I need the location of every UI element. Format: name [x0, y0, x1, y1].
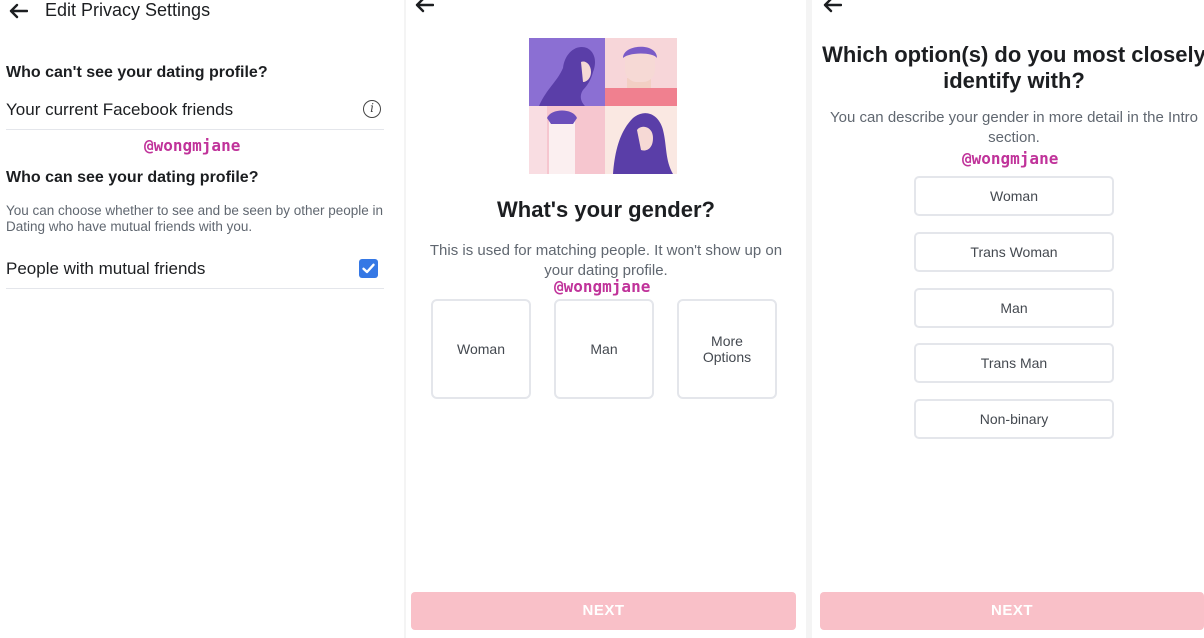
- info-icon[interactable]: i: [363, 100, 381, 118]
- back-arrow-icon[interactable]: [414, 0, 434, 13]
- gender-option-non-binary[interactable]: Non-binary: [914, 399, 1114, 439]
- mutual-friends-checkbox[interactable]: [359, 259, 378, 278]
- facebook-friends-row: Your current Facebook friends i: [6, 96, 384, 130]
- section-heading-can-see: Who can see your dating profile?: [6, 169, 259, 186]
- edit-privacy-settings-panel: Edit Privacy Settings Who can't see your…: [0, 0, 404, 638]
- question-subtitle: This is used for matching people. It won…: [429, 242, 783, 279]
- next-button[interactable]: NEXT: [820, 592, 1204, 630]
- question-title: What's your gender?: [497, 197, 715, 222]
- back-arrow-icon[interactable]: [822, 0, 842, 13]
- gender-option-more[interactable]: More Options: [677, 299, 777, 399]
- row-label: People with mutual friends: [6, 259, 206, 278]
- section-heading-cant-see: Who can't see your dating profile?: [6, 64, 268, 81]
- gender-option-man[interactable]: Man: [914, 288, 1114, 328]
- back-arrow-icon[interactable]: [8, 3, 28, 19]
- watermark: @wongmjane: [554, 277, 651, 296]
- question-subtitle: You can describe your gender in more det…: [829, 109, 1198, 146]
- gender-option-woman[interactable]: Woman: [914, 176, 1114, 216]
- next-button[interactable]: NEXT: [411, 592, 796, 630]
- gender-detail-panel: Which option(s) do you most closely iden…: [812, 0, 1204, 638]
- dating-illustration: [529, 38, 677, 174]
- mutual-friends-row[interactable]: People with mutual friends: [6, 253, 384, 289]
- gender-panel: What's your gender? This is used for mat…: [406, 0, 806, 638]
- page-title: Edit Privacy Settings: [45, 0, 211, 20]
- question-title: Which option(s) do you most closely iden…: [822, 42, 1204, 93]
- section-description: You can choose whether to see and be see…: [6, 203, 384, 234]
- gender-option-trans-man[interactable]: Trans Man: [914, 343, 1114, 383]
- gender-option-trans-woman[interactable]: Trans Woman: [914, 232, 1114, 272]
- row-label: Your current Facebook friends: [6, 100, 234, 119]
- gender-option-woman[interactable]: Woman: [431, 299, 531, 399]
- watermark: @wongmjane: [962, 149, 1059, 168]
- watermark: @wongmjane: [144, 136, 241, 155]
- gender-option-man[interactable]: Man: [554, 299, 654, 399]
